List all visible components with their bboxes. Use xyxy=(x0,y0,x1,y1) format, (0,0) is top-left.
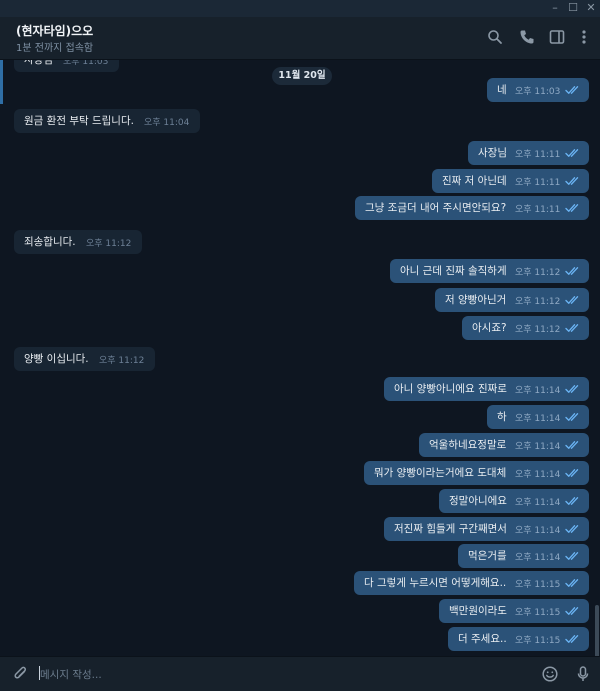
message-text: 죄송합니다. xyxy=(24,236,76,248)
read-receipt-icon xyxy=(565,324,579,332)
message-text: 정말아니에요 xyxy=(449,495,507,507)
outgoing-message[interactable]: 다 그렇게 누르시면 어떻게해요.. 오후 11:15 xyxy=(354,571,589,595)
read-receipt-icon xyxy=(565,296,579,304)
read-receipt-icon xyxy=(565,525,579,533)
scrollbar[interactable] xyxy=(594,60,600,675)
outgoing-message[interactable]: 진짜 저 아닌데 오후 11:11 xyxy=(432,169,589,193)
message-text: 더 주세요.. xyxy=(458,633,507,645)
message-timestamp: 오후 11:15 xyxy=(515,580,561,590)
read-receipt-icon xyxy=(565,635,579,643)
message-text: 아시죠? xyxy=(472,322,507,334)
incoming-message[interactable]: 사장님 오후 11:03 xyxy=(14,60,119,72)
message-timestamp: 오후 11:03 xyxy=(515,87,561,97)
outgoing-message[interactable]: 저 양빵아닌거 오후 11:12 xyxy=(435,288,589,312)
message-text: 저 양빵아닌거 xyxy=(445,294,507,306)
search-icon[interactable] xyxy=(486,28,504,46)
read-receipt-icon xyxy=(565,441,579,449)
outgoing-message[interactable]: 먹은거를 오후 11:14 xyxy=(458,544,589,568)
outgoing-message[interactable]: 사장님 오후 11:11 xyxy=(468,141,589,165)
message-text: 진짜 저 아닌데 xyxy=(442,175,507,187)
phone-icon[interactable] xyxy=(518,28,536,46)
outgoing-message[interactable]: 그냥 조금더 내어 주시면안되요? 오후 11:11 xyxy=(355,196,589,220)
read-receipt-icon xyxy=(565,413,579,421)
outgoing-message[interactable]: 네 오후 11:03 xyxy=(487,78,589,102)
incoming-message[interactable]: 원금 환전 부탁 드립니다. 오후 11:04 xyxy=(14,109,200,133)
message-timestamp: 오후 11:15 xyxy=(515,636,561,646)
message-timestamp: 오후 11:12 xyxy=(99,356,145,366)
message-composer: 메시지 작성... xyxy=(0,656,600,691)
message-text: 백만원이라도 xyxy=(449,605,507,617)
read-receipt-icon xyxy=(565,607,579,615)
message-timestamp: 오후 11:12 xyxy=(515,297,561,307)
read-receipt-icon xyxy=(565,204,579,212)
message-timestamp: 오후 11:14 xyxy=(515,526,561,536)
message-timestamp: 오후 11:11 xyxy=(515,205,561,215)
emoji-icon[interactable] xyxy=(541,665,559,683)
outgoing-message[interactable]: 아시죠? 오후 11:12 xyxy=(462,316,589,340)
message-timestamp: 오후 11:14 xyxy=(515,414,561,424)
outgoing-message[interactable]: 더 주세요.. 오후 11:15 xyxy=(448,627,589,651)
message-timestamp: 오후 11:14 xyxy=(515,553,561,563)
message-timestamp: 오후 11:14 xyxy=(515,442,561,452)
outgoing-message[interactable]: 아니 양빵아니에요 진짜로 오후 11:14 xyxy=(384,377,589,401)
message-text: 사장님 xyxy=(478,147,507,159)
sidebar-toggle-icon[interactable] xyxy=(548,28,566,46)
read-receipt-icon xyxy=(565,149,579,157)
message-text: 먹은거를 xyxy=(468,550,507,562)
read-receipt-icon xyxy=(565,267,579,275)
message-timestamp: 오후 11:11 xyxy=(515,150,561,160)
date-separator: 11월 20일 xyxy=(272,67,332,85)
read-receipt-icon xyxy=(565,552,579,560)
message-input[interactable]: 메시지 작성... xyxy=(40,667,102,682)
chat-status: 1분 전까지 접속함 xyxy=(16,43,94,54)
window-minimize-button[interactable]: – xyxy=(546,0,564,17)
outgoing-message[interactable]: 백만원이라도 오후 11:15 xyxy=(439,599,589,623)
read-receipt-icon xyxy=(565,497,579,505)
message-timestamp: 오후 11:12 xyxy=(515,268,561,278)
outgoing-message[interactable]: 정말아니에요 오후 11:14 xyxy=(439,489,589,513)
outgoing-message[interactable]: 저진짜 힘들게 구간째면서 오후 11:14 xyxy=(384,517,589,541)
window-close-button[interactable]: ✕ xyxy=(582,0,600,17)
message-timestamp: 오후 11:12 xyxy=(515,325,561,335)
message-timestamp: 오후 11:14 xyxy=(515,386,561,396)
message-timestamp: 오후 11:04 xyxy=(144,118,190,128)
message-timestamp: 오후 11:14 xyxy=(515,498,561,508)
message-text: 아니 근데 진짜 솔직하게 xyxy=(400,265,507,277)
incoming-message[interactable]: 양빵 이십니다. 오후 11:12 xyxy=(14,347,155,371)
message-text: 억울하네요정말로 xyxy=(429,439,507,451)
message-text: 하 xyxy=(497,411,507,423)
message-text: 네 xyxy=(497,84,507,96)
window-titlebar: – ☐ ✕ xyxy=(0,0,600,17)
read-receipt-icon xyxy=(565,385,579,393)
message-timestamp: 오후 11:12 xyxy=(86,239,132,249)
message-text: 그냥 조금더 내어 주시면안되요? xyxy=(365,202,507,214)
outgoing-message[interactable]: 뭐가 양빵이라는거에요 도대체 오후 11:14 xyxy=(364,461,589,485)
message-text: 원금 환전 부탁 드립니다. xyxy=(24,115,134,127)
read-receipt-icon xyxy=(565,469,579,477)
more-vertical-icon[interactable] xyxy=(575,28,593,46)
message-timestamp: 오후 11:14 xyxy=(515,470,561,480)
message-timestamp: 오후 11:11 xyxy=(515,178,561,188)
message-text: 뭐가 양빵이라는거에요 도대체 xyxy=(374,467,507,479)
message-list[interactable]: 11월 20일 사장님 오후 11:03 네 오후 11:03 원금 환전 부탁 드립니… xyxy=(0,60,600,656)
read-receipt-icon xyxy=(565,579,579,587)
message-timestamp: 오후 11:15 xyxy=(515,608,561,618)
message-text: 양빵 이십니다. xyxy=(24,353,89,365)
outgoing-message[interactable]: 하 오후 11:14 xyxy=(487,405,589,429)
read-receipt-icon xyxy=(565,177,579,185)
message-text: 다 그렇게 누르시면 어떻게해요.. xyxy=(364,577,507,589)
message-text: 저진짜 힘들게 구간째면서 xyxy=(394,523,507,535)
microphone-icon[interactable] xyxy=(574,665,592,683)
read-receipt-icon xyxy=(565,86,579,94)
message-text: 아니 양빵아니에요 진짜로 xyxy=(394,383,507,395)
window-maximize-button[interactable]: ☐ xyxy=(564,0,582,17)
chat-title[interactable]: (현자타임)으오 xyxy=(16,22,93,39)
chat-header: (현자타임)으오 1분 전까지 접속함 xyxy=(0,17,600,60)
message-text: 사장님 xyxy=(24,60,53,66)
outgoing-message[interactable]: 억울하네요정말로 오후 11:14 xyxy=(419,433,589,457)
incoming-message[interactable]: 죄송합니다. 오후 11:12 xyxy=(14,230,142,254)
message-timestamp: 오후 11:03 xyxy=(63,60,109,67)
outgoing-message[interactable]: 아니 근데 진짜 솔직하게 오후 11:12 xyxy=(390,259,589,283)
attach-icon[interactable] xyxy=(12,665,30,683)
